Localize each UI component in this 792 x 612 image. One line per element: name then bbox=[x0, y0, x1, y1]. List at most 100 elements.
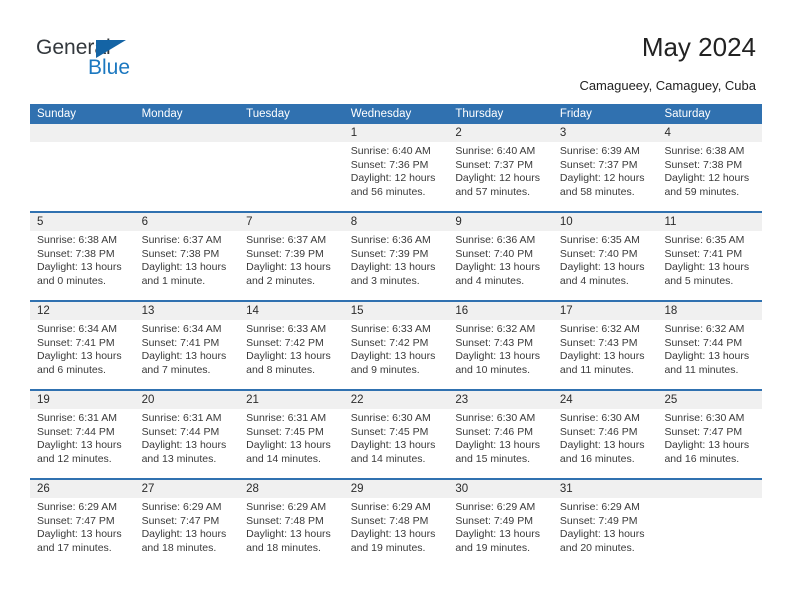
day-cell[interactable]: Sunrise: 6:37 AM Sunset: 7:39 PM Daylight:… bbox=[239, 231, 344, 300]
day-cell[interactable]: Sunrise: 6:34 AM Sunset: 7:41 PM Daylight:… bbox=[135, 320, 240, 389]
day-number[interactable]: 28 bbox=[239, 480, 344, 498]
day-number[interactable]: 18 bbox=[657, 302, 762, 320]
day-cell[interactable]: Sunrise: 6:34 AM Sunset: 7:41 PM Daylight:… bbox=[30, 320, 135, 389]
day-cell[interactable]: Sunrise: 6:35 AM Sunset: 7:40 PM Daylight:… bbox=[553, 231, 658, 300]
sunrise-text: Sunrise: 6:36 AM bbox=[350, 234, 431, 246]
day-number[interactable]: 23 bbox=[448, 391, 553, 409]
day-number[interactable]: 10 bbox=[553, 213, 658, 231]
day-cell[interactable]: Sunrise: 6:30 AM Sunset: 7:46 PM Daylight:… bbox=[448, 409, 553, 478]
day-number-empty bbox=[30, 124, 135, 142]
daylight-text: Daylight: 13 hours and 15 minutes. bbox=[455, 439, 540, 465]
day-number[interactable]: 7 bbox=[239, 213, 344, 231]
day-number[interactable]: 31 bbox=[553, 480, 658, 498]
week-daynumber-strip: 1234 bbox=[30, 124, 762, 142]
sunrise-text: Sunrise: 6:35 AM bbox=[664, 234, 745, 246]
day-number[interactable]: 8 bbox=[344, 213, 449, 231]
day-cell[interactable]: Sunrise: 6:33 AM Sunset: 7:42 PM Daylight:… bbox=[344, 320, 449, 389]
sunrise-text: Sunrise: 6:38 AM bbox=[664, 145, 745, 157]
day-cell[interactable]: Sunrise: 6:30 AM Sunset: 7:46 PM Daylight:… bbox=[553, 409, 658, 478]
week-detail-strip: Sunrise: 6:40 AM Sunset: 7:36 PM Daylight:… bbox=[30, 142, 762, 211]
sunset-text: Sunset: 7:44 PM bbox=[37, 425, 115, 438]
day-cell[interactable]: Sunrise: 6:31 AM Sunset: 7:45 PM Daylight:… bbox=[239, 409, 344, 478]
sunrise-text: Sunrise: 6:29 AM bbox=[141, 501, 222, 513]
day-cell[interactable]: Sunrise: 6:32 AM Sunset: 7:44 PM Daylight:… bbox=[657, 320, 762, 389]
weekday-header-thursday: Thursday bbox=[455, 108, 504, 120]
sunset-text: Sunset: 7:48 PM bbox=[246, 514, 324, 527]
day-cell[interactable]: Sunrise: 6:40 AM Sunset: 7:37 PM Daylight:… bbox=[448, 142, 553, 211]
sunrise-text: Sunrise: 6:31 AM bbox=[37, 412, 117, 424]
day-cell[interactable]: Sunrise: 6:30 AM Sunset: 7:47 PM Daylight:… bbox=[657, 409, 762, 478]
day-cell[interactable]: Sunrise: 6:29 AM Sunset: 7:48 PM Daylight:… bbox=[239, 498, 344, 567]
day-number[interactable]: 13 bbox=[135, 302, 240, 320]
day-cell[interactable]: Sunrise: 6:36 AM Sunset: 7:40 PM Daylight:… bbox=[448, 231, 553, 300]
sunset-text: Sunset: 7:43 PM bbox=[559, 336, 638, 349]
sunrise-text: Sunrise: 6:38 AM bbox=[37, 234, 117, 246]
day-number[interactable]: 12 bbox=[30, 302, 135, 320]
calendar-page: General Blue May 2024 Camagueey, Camague… bbox=[0, 0, 792, 612]
day-number[interactable]: 9 bbox=[448, 213, 553, 231]
day-number[interactable]: 11 bbox=[657, 213, 762, 231]
day-number[interactable]: 6 bbox=[135, 213, 240, 231]
day-cell[interactable]: Sunrise: 6:31 AM Sunset: 7:44 PM Daylight:… bbox=[135, 409, 240, 478]
day-number[interactable]: 24 bbox=[553, 391, 658, 409]
day-cell[interactable]: Sunrise: 6:29 AM Sunset: 7:49 PM Daylight:… bbox=[553, 498, 658, 567]
day-number[interactable]: 22 bbox=[344, 391, 449, 409]
day-number[interactable]: 30 bbox=[448, 480, 553, 498]
day-cell[interactable]: Sunrise: 6:38 AM Sunset: 7:38 PM Daylight:… bbox=[657, 142, 762, 211]
day-cell[interactable]: Sunrise: 6:29 AM Sunset: 7:47 PM Daylight:… bbox=[135, 498, 240, 567]
week-daynumber-strip: 5 6 7 8 9 10 11 bbox=[30, 213, 762, 231]
day-number[interactable]: 20 bbox=[135, 391, 240, 409]
sunset-text: Sunset: 7:40 PM bbox=[455, 247, 533, 260]
day-number[interactable]: 29 bbox=[344, 480, 449, 498]
sunrise-text: Sunrise: 6:30 AM bbox=[559, 412, 640, 424]
sunset-text: Sunset: 7:37 PM bbox=[455, 158, 533, 171]
day-number[interactable]: 14 bbox=[239, 302, 344, 320]
day-number[interactable]: 25 bbox=[657, 391, 762, 409]
logo-word-blue: Blue bbox=[88, 56, 131, 79]
sunset-text: Sunset: 7:42 PM bbox=[246, 336, 324, 349]
sunset-text: Sunset: 7:41 PM bbox=[141, 336, 220, 349]
day-cell[interactable]: Sunrise: 6:29 AM Sunset: 7:49 PM Daylight:… bbox=[448, 498, 553, 567]
day-number[interactable]: 17 bbox=[553, 302, 658, 320]
day-cell[interactable]: Sunrise: 6:29 AM Sunset: 7:47 PM Daylight:… bbox=[30, 498, 135, 567]
daylight-text: Daylight: 13 hours and 14 minutes. bbox=[246, 439, 331, 465]
day-cell[interactable]: Sunrise: 6:32 AM Sunset: 7:43 PM Daylight:… bbox=[448, 320, 553, 389]
day-number[interactable]: 2 bbox=[448, 124, 553, 142]
week-daynumber-strip: 19 20 21 22 23 24 25 bbox=[30, 391, 762, 409]
day-cell[interactable]: Sunrise: 6:38 AM Sunset: 7:38 PM Daylight:… bbox=[30, 231, 135, 300]
day-cell[interactable]: Sunrise: 6:29 AM Sunset: 7:48 PM Daylight:… bbox=[344, 498, 449, 567]
day-cell[interactable]: Sunrise: 6:40 AM Sunset: 7:36 PM Daylight:… bbox=[344, 142, 449, 211]
day-number[interactable]: 1 bbox=[344, 124, 449, 142]
daylight-text: Daylight: 13 hours and 2 minutes. bbox=[246, 261, 331, 287]
day-cell[interactable]: Sunrise: 6:31 AM Sunset: 7:44 PM Daylight:… bbox=[30, 409, 135, 478]
daylight-text: Daylight: 13 hours and 19 minutes. bbox=[350, 528, 436, 554]
general-blue-logo[interactable]: General Blue bbox=[36, 36, 216, 86]
weekday-header-row: Sunday Monday Tuesday Wednesday Thursday Frid… bbox=[30, 104, 762, 124]
week-detail-strip: Sunrise: 6:31 AM Sunset: 7:44 PM Daylight:… bbox=[30, 409, 762, 478]
day-cell[interactable]: Sunrise: 6:35 AM Sunset: 7:41 PM Daylight:… bbox=[657, 231, 762, 300]
day-number[interactable]: 27 bbox=[135, 480, 240, 498]
daylight-text: Daylight: 13 hours and 18 minutes. bbox=[141, 528, 227, 554]
day-cell-empty bbox=[239, 142, 344, 211]
day-cell[interactable]: Sunrise: 6:33 AM Sunset: 7:42 PM Daylight:… bbox=[239, 320, 344, 389]
calendar-grid: Sunday Monday Tuesday Wednesday Thursday Frid… bbox=[30, 104, 762, 567]
day-cell[interactable]: Sunrise: 6:37 AM Sunset: 7:38 PM Daylight:… bbox=[135, 231, 240, 300]
day-number[interactable]: 3 bbox=[553, 124, 658, 142]
sunrise-text: Sunrise: 6:33 AM bbox=[246, 323, 327, 335]
sunrise-text: Sunrise: 6:34 AM bbox=[37, 323, 117, 335]
day-cell[interactable]: Sunrise: 6:36 AM Sunset: 7:39 PM Daylight:… bbox=[344, 231, 449, 300]
day-number[interactable]: 4 bbox=[657, 124, 762, 142]
day-number[interactable]: 16 bbox=[448, 302, 553, 320]
day-number[interactable]: 15 bbox=[344, 302, 449, 320]
sunset-text: Sunset: 7:38 PM bbox=[141, 247, 220, 260]
day-cell[interactable]: Sunrise: 6:39 AM Sunset: 7:37 PM Daylight:… bbox=[553, 142, 658, 211]
sunrise-text: Sunrise: 6:36 AM bbox=[455, 234, 536, 246]
day-number[interactable]: 19 bbox=[30, 391, 135, 409]
day-number[interactable]: 21 bbox=[239, 391, 344, 409]
weekday-header-saturday: Saturday bbox=[664, 108, 711, 120]
day-cell[interactable]: Sunrise: 6:32 AM Sunset: 7:43 PM Daylight:… bbox=[553, 320, 658, 389]
day-number[interactable]: 26 bbox=[30, 480, 135, 498]
day-number[interactable]: 5 bbox=[30, 213, 135, 231]
daylight-text: Daylight: 12 hours and 57 minutes. bbox=[455, 172, 540, 198]
day-cell[interactable]: Sunrise: 6:30 AM Sunset: 7:45 PM Daylight:… bbox=[344, 409, 449, 478]
